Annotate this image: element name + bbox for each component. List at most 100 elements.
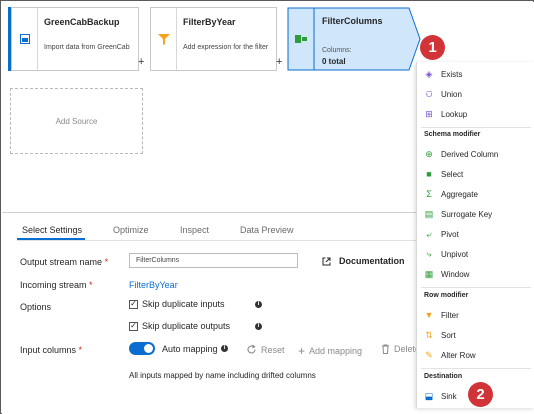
unpivot-icon: ⤷ [426, 249, 432, 259]
alter-row-icon: ✎ [425, 350, 433, 360]
delete-button[interactable]: Delete [381, 344, 420, 354]
menu-item-select[interactable]: ■ Select [417, 165, 534, 183]
select-icon [295, 34, 307, 46]
menu-item-label: Union [441, 89, 462, 99]
menu-divider [421, 127, 531, 128]
sort-icon: ⇅ [425, 330, 433, 340]
node-title: GreenCabBackup [44, 17, 120, 27]
window-frame: GreenCabBackup Import data from GreenCab… [0, 0, 534, 414]
menu-item-alter-row[interactable]: ✎ Alter Row [417, 346, 534, 364]
documentation-link[interactable]: Documentation [322, 256, 405, 266]
add-source-button[interactable]: Add Source [10, 88, 143, 154]
mapping-note: All inputs mapped by name including drif… [129, 371, 316, 380]
auto-mapping-toggle[interactable] [129, 342, 155, 355]
menu-item-label: Select [441, 169, 464, 179]
node-description: Import data from GreenCab [44, 44, 130, 51]
node-title: FilterByYear [183, 17, 236, 27]
lookup-icon: ⊞ [425, 109, 433, 119]
skip-duplicate-inputs-checkbox[interactable]: ✓ Skip duplicate inputs [129, 299, 225, 309]
menu-item-label: Pivot [441, 229, 459, 239]
exists-icon: ◈ [425, 69, 433, 79]
add-transform-plus-icon[interactable]: + [138, 56, 144, 68]
menu-item-label: Exists [441, 69, 463, 79]
union-icon: ⩂ [425, 89, 433, 99]
filter-icon [151, 8, 177, 70]
output-stream-label-text: Output stream name [20, 257, 103, 267]
menu-item-label: Filter [441, 310, 459, 320]
menu-item-surrogate-key[interactable]: ▤ Surrogate Key [417, 205, 534, 223]
plus-icon: + [298, 344, 306, 358]
input-columns-label: Input columns * [20, 345, 82, 355]
reset-button[interactable]: Reset [246, 344, 285, 355]
source-node-greencabbackup[interactable]: GreenCabBackup Import data from GreenCab [11, 7, 139, 71]
skip-duplicate-inputs-label: Skip duplicate inputs [142, 299, 225, 309]
node-description: Add expression for the filter [183, 44, 269, 51]
menu-item-label: Lookup [441, 109, 468, 119]
info-icon[interactable]: i [255, 301, 262, 308]
add-transform-plus-icon[interactable]: + [276, 56, 282, 68]
menu-item-filter[interactable]: ▼ Filter [417, 306, 534, 324]
auto-mapping-label: Auto mapping [162, 344, 218, 354]
callout-badge-1: 1 [420, 35, 445, 60]
menu-item-label: Alter Row [441, 350, 476, 360]
skip-duplicate-outputs-checkbox[interactable]: ✓ Skip duplicate outputs [129, 321, 230, 331]
select-node-filtercolumns[interactable]: FilterColumns Columns: 0 total [287, 7, 421, 71]
filter-node-filterbyyear[interactable]: FilterByYear Add expression for the filt… [150, 7, 277, 71]
menu-item-derived-column[interactable]: ⊕ Derived Column [417, 145, 534, 163]
checkbox-checked[interactable]: ✓ [129, 321, 138, 331]
menu-item-label: Sort [441, 330, 456, 340]
node-columns-label: Columns: [322, 47, 352, 54]
menu-divider [421, 287, 531, 288]
callout-badge-2: 2 [468, 382, 493, 407]
tab-optimize[interactable]: Optimize [113, 225, 149, 235]
checkbox-checked[interactable]: ✓ [129, 299, 138, 309]
menu-item-union[interactable]: ⩂ Union [417, 85, 534, 103]
destination-header: Destination [424, 373, 463, 380]
tab-inspect[interactable]: Inspect [180, 225, 209, 235]
output-stream-input[interactable]: FilterColumns [129, 253, 298, 268]
surrogate-key-icon: ▤ [424, 209, 434, 219]
menu-item-lookup[interactable]: ⊞ Lookup [417, 105, 534, 123]
select-icon: ■ [426, 169, 432, 179]
add-mapping-label: Add mapping [309, 346, 363, 356]
sink-icon: ⬓ [424, 391, 434, 401]
menu-item-pivot[interactable]: ⤶ Pivot [417, 225, 534, 243]
incoming-stream-label: Incoming stream * [20, 280, 93, 290]
menu-item-unpivot[interactable]: ⤷ Unpivot [417, 245, 534, 263]
add-mapping-button[interactable]: + Add mapping [298, 344, 362, 358]
output-stream-label: Output stream name * [20, 257, 108, 267]
node-columns-value: 0 total [322, 57, 346, 66]
menu-divider [421, 368, 531, 369]
window-icon: ▦ [424, 269, 434, 279]
incoming-stream-link[interactable]: FilterByYear [129, 280, 178, 290]
menu-item-sort[interactable]: ⇅ Sort [417, 326, 534, 344]
required-asterisk: * [89, 280, 93, 290]
derived-column-icon: ⊕ [425, 149, 433, 159]
menu-item-window[interactable]: ▦ Window [417, 265, 534, 283]
info-icon[interactable]: i [255, 323, 262, 330]
tab-select-settings[interactable]: Select Settings [22, 225, 82, 235]
options-label: Options [20, 302, 52, 312]
tab-divider [17, 240, 417, 241]
reset-label: Reset [261, 344, 285, 355]
schema-modifier-header: Schema modifier [424, 131, 481, 138]
trash-icon [382, 344, 389, 354]
menu-item-label: Derived Column [441, 149, 499, 159]
filter-icon: ▼ [424, 310, 434, 320]
tab-data-preview[interactable]: Data Preview [240, 225, 294, 235]
documentation-label: Documentation [339, 256, 405, 266]
toggle-knob [144, 344, 153, 353]
aggregate-icon: Σ [426, 189, 432, 199]
menu-item-exists[interactable]: ◈ Exists [417, 65, 534, 83]
menu-item-label: Sink [441, 391, 457, 401]
info-icon[interactable]: i [221, 345, 228, 352]
reset-icon [247, 344, 256, 354]
menu-item-label: Window [441, 269, 470, 279]
row-modifier-header: Row modifier [424, 292, 469, 299]
menu-item-label: Surrogate Key [441, 209, 493, 219]
menu-item-aggregate[interactable]: Σ Aggregate [417, 185, 534, 203]
source-icon [12, 8, 38, 70]
incoming-stream-label-text: Incoming stream [20, 280, 87, 290]
pivot-icon: ⤶ [426, 229, 432, 239]
external-link-icon [322, 257, 331, 265]
